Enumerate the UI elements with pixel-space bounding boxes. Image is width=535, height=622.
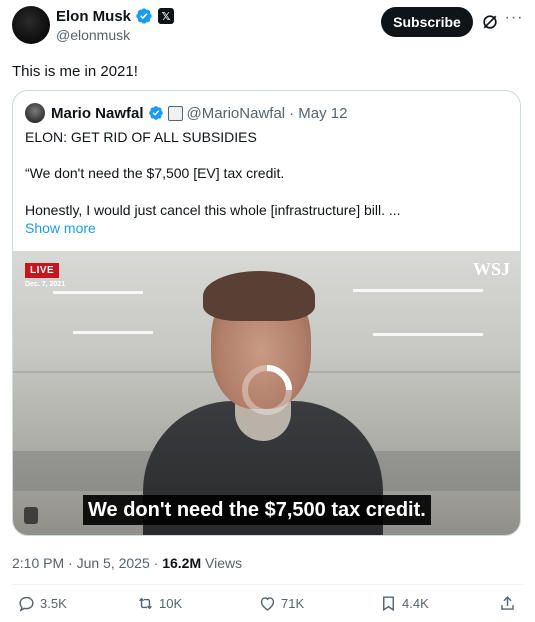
show-more-link[interactable]: Show more	[25, 219, 96, 237]
tweet-timestamp[interactable]: 2:10 PM · Jun 5, 2025 ·	[12, 555, 162, 571]
divider	[12, 584, 523, 585]
avatar[interactable]	[12, 6, 50, 44]
like-button[interactable]: 71K	[258, 594, 304, 613]
repost-icon	[139, 597, 152, 610]
quote-avatar[interactable]	[25, 103, 45, 123]
bookmark-count: 4.4K	[402, 596, 429, 611]
ceiling-light	[373, 333, 483, 336]
author-name[interactable]: Elon Musk	[56, 8, 131, 25]
bookmark-button[interactable]: 4.4K	[379, 594, 429, 613]
quote-handle[interactable]: @MarioNawfal	[187, 105, 286, 122]
person-hair	[203, 271, 315, 321]
tweet-header: Elon Musk 𝕏 @elonmusk Subscribe ···	[0, 0, 535, 56]
quote-header: Mario Nawfal @MarioNawfal · May 12	[51, 103, 347, 123]
live-badge: LIVE	[25, 263, 60, 278]
repost-count: 10K	[159, 596, 183, 611]
quote-date[interactable]: · May 12	[289, 105, 347, 122]
quote-author-name[interactable]: Mario Nawfal	[51, 105, 144, 122]
like-count: 71K	[281, 596, 305, 611]
loading-spinner-icon	[242, 365, 292, 415]
more-options-icon[interactable]: ···	[503, 10, 525, 30]
views-count: 16.2M	[162, 555, 202, 571]
share-icon	[501, 596, 514, 610]
bookmark-icon	[383, 596, 394, 612]
x-affiliate-icon: 𝕏	[158, 8, 175, 24]
reply-count: 3.5K	[40, 596, 67, 611]
verified-badge-icon	[148, 106, 163, 120]
video-player[interactable]: LIVE Dec. 7, 2021 WSJ We don't need the …	[13, 251, 520, 535]
quote-line-2: “We don't need the $7,500 [EV] tax credi…	[25, 165, 285, 181]
video-caption: We don't need the $7,500 tax credit.	[83, 495, 431, 525]
verified-badge-icon	[136, 8, 152, 24]
share-button[interactable]	[498, 594, 517, 613]
repost-button[interactable]: 10K	[136, 594, 182, 613]
ceiling-light	[353, 289, 483, 292]
quote-line-1: ELON: GET RID OF ALL SUBSIDIES	[25, 129, 257, 145]
quoted-tweet[interactable]: Mario Nawfal @MarioNawfal · May 12 ELON:…	[12, 90, 521, 536]
heart-icon	[260, 597, 275, 611]
ceiling-light	[53, 291, 143, 294]
video-control-icon[interactable]	[24, 507, 38, 524]
ceiling-light	[73, 331, 153, 334]
tweet-text: This is me in 2021!	[12, 63, 138, 80]
affiliate-badge-icon	[167, 105, 183, 121]
reply-icon	[19, 596, 34, 612]
action-bar: 3.5K 10K 71K 4.4K	[0, 594, 535, 618]
author-name-row: Elon Musk 𝕏	[56, 7, 175, 25]
quote-line-3: Honestly, I would just cancel this whole…	[25, 202, 401, 218]
subscribe-button[interactable]: Subscribe	[381, 7, 473, 37]
wsj-logo: WSJ	[472, 259, 510, 279]
tweet-meta: 2:10 PM · Jun 5, 2025 · 16.2M Views	[12, 555, 242, 571]
video-date-label: Dec. 7, 2021	[25, 281, 66, 288]
grok-icon[interactable]	[480, 12, 500, 32]
views-label: Views	[201, 555, 243, 571]
author-handle[interactable]: @elonmusk	[56, 27, 130, 43]
reply-button[interactable]: 3.5K	[17, 594, 67, 613]
